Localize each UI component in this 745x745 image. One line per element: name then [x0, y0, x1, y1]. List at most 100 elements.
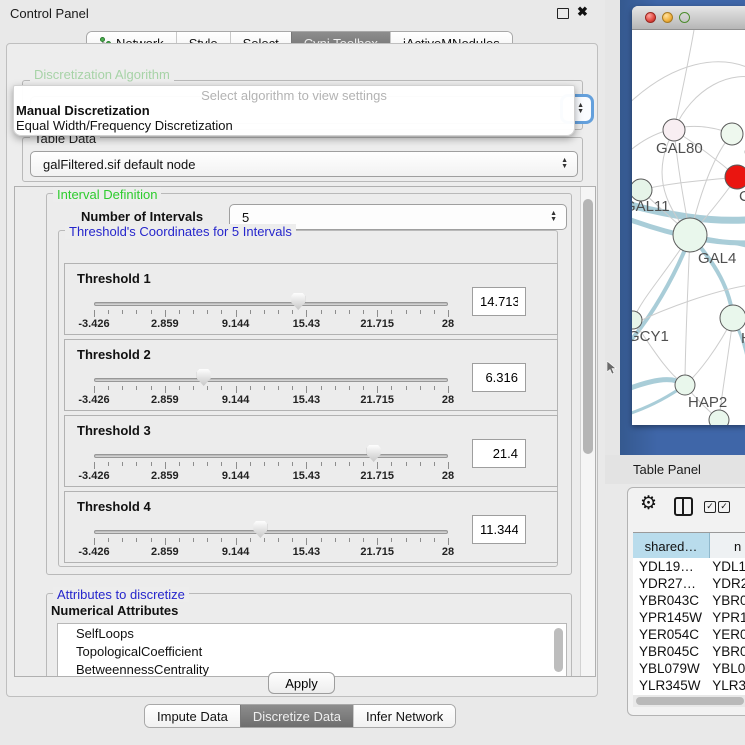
tick-label: 15.43: [278, 394, 334, 406]
numerical-attributes-heading: Numerical Attributes: [51, 603, 178, 618]
network-node-label: GAL80: [656, 140, 703, 157]
tick-mark: [207, 538, 208, 542]
network-node[interactable]: [720, 305, 745, 331]
table-row[interactable]: YBL079WYBL0: [633, 660, 745, 677]
close-traffic-light-icon[interactable]: [645, 12, 656, 23]
table-scrollbar-thumb[interactable]: [636, 697, 744, 705]
threshold-2-slider-track[interactable]: [94, 378, 448, 382]
threshold-4-slider-thumb[interactable]: [253, 521, 267, 538]
network-node[interactable]: [725, 165, 745, 189]
network-node[interactable]: [675, 375, 695, 395]
threshold-1-slider-thumb[interactable]: [291, 293, 305, 310]
split-columns-icon[interactable]: [674, 497, 693, 516]
network-node[interactable]: [673, 218, 707, 252]
threshold-1-slider-track[interactable]: [94, 302, 448, 306]
tick-mark: [193, 386, 194, 390]
numerical-attributes-list[interactable]: SelfLoopsTopologicalCoefficientBetweenne…: [57, 623, 567, 677]
table-horizontal-scrollbar[interactable]: [633, 695, 745, 707]
tick-mark: [363, 462, 364, 466]
tick-mark: [292, 386, 293, 390]
column-header-name[interactable]: n: [710, 533, 745, 559]
threshold-3-slider-thumb[interactable]: [367, 445, 381, 462]
tick-mark: [349, 462, 350, 466]
tick-label: 21.715: [349, 318, 405, 330]
table-row[interactable]: YLR345WYLR3: [633, 677, 745, 694]
network-canvas[interactable]: GAL80GCGAL11GAL4GCY1HHAP2: [632, 30, 745, 425]
table-row[interactable]: YBR043CYBR0: [633, 592, 745, 609]
settings-vertical-scrollbar[interactable]: [580, 187, 595, 676]
table-row[interactable]: YPR145WYPR1: [633, 609, 745, 626]
tick-mark: [136, 462, 137, 466]
tick-label: -3.426: [66, 470, 122, 482]
checkbox-icon[interactable]: ✓: [704, 501, 716, 513]
network-window-titlebar[interactable]: [632, 6, 745, 30]
settings-scroll-pane: Interval Definition Number of Intervals …: [14, 186, 596, 677]
threshold-2-slider-thumb[interactable]: [197, 369, 211, 386]
tab-discretize-data[interactable]: Discretize Data: [240, 705, 353, 727]
threshold-4-slider-track[interactable]: [94, 530, 448, 534]
zoom-traffic-light-icon[interactable]: [679, 12, 690, 23]
float-window-icon[interactable]: [557, 8, 569, 19]
number-of-intervals-label: Number of Intervals: [81, 209, 203, 224]
tick-label: 28: [420, 546, 476, 558]
threshold-4-value-field[interactable]: [472, 515, 526, 544]
table-row[interactable]: YER054CYER0: [633, 626, 745, 643]
table-row[interactable]: YBR045CYBR0: [633, 643, 745, 660]
tick-mark: [207, 310, 208, 314]
tick-mark: [321, 462, 322, 466]
threshold-3-slider-track[interactable]: [94, 454, 448, 458]
threshold-3-label: Threshold 3: [77, 423, 151, 438]
tick-mark: [306, 462, 307, 469]
network-node[interactable]: [663, 119, 685, 141]
tick-mark: [448, 386, 449, 393]
tick-label: 9.144: [208, 318, 264, 330]
tick-mark: [221, 386, 222, 390]
list-item[interactable]: SelfLoops: [58, 624, 566, 642]
tick-mark: [434, 310, 435, 314]
tick-mark: [193, 538, 194, 542]
network-node[interactable]: [721, 123, 743, 145]
stepper-arrows-icon: ▲▼: [550, 211, 557, 223]
minimize-traffic-light-icon[interactable]: [662, 12, 673, 23]
network-node[interactable]: [709, 410, 729, 425]
popup-option-manual-discretization[interactable]: Manual Discretization: [16, 103, 150, 118]
network-window[interactable]: GAL80GCGAL11GAL4GCY1HHAP2: [632, 6, 745, 425]
tick-label: 15.43: [278, 470, 334, 482]
attributes-list-scrollbar[interactable]: [554, 628, 563, 672]
tick-mark: [377, 310, 378, 317]
column-header-shared[interactable]: shared…: [633, 533, 710, 559]
tick-mark: [250, 462, 251, 466]
tab-impute-data[interactable]: Impute Data: [145, 705, 240, 727]
apply-button[interactable]: Apply: [268, 672, 335, 694]
table-row[interactable]: YDR27…YDR2: [633, 575, 745, 592]
tick-mark: [420, 538, 421, 542]
tick-mark: [165, 386, 166, 393]
checkbox-icon[interactable]: ✓: [718, 501, 730, 513]
gear-icon[interactable]: ⚙: [640, 492, 657, 515]
table-data-combo[interactable]: galFiltered.sif default node ▲▼: [30, 151, 578, 177]
table-row[interactable]: YDL19…YDL1: [633, 558, 745, 575]
network-node-label: HAP2: [688, 394, 727, 411]
list-item[interactable]: TopologicalCoefficient: [58, 642, 566, 660]
tick-mark: [349, 310, 350, 314]
popup-option-equal-width-frequency[interactable]: Equal Width/Frequency Discretization: [16, 118, 233, 133]
settings-scrollbar-thumb[interactable]: [583, 199, 593, 454]
tick-mark: [278, 310, 279, 314]
interval-definition-label: Interval Definition: [53, 187, 161, 202]
panel-divider[interactable]: [605, 0, 620, 455]
threshold-3-value-field[interactable]: [472, 439, 526, 468]
tick-mark: [179, 386, 180, 390]
close-icon[interactable]: ✖: [577, 4, 588, 20]
tick-mark: [264, 538, 265, 542]
tick-label: 15.43: [278, 546, 334, 558]
tick-mark: [420, 462, 421, 466]
tick-mark: [406, 386, 407, 390]
threshold-1-value-field[interactable]: [472, 287, 526, 316]
tab-infer-network[interactable]: Infer Network: [353, 705, 455, 727]
tick-mark: [349, 386, 350, 390]
network-node-label: GAL4: [698, 250, 736, 267]
tick-mark: [391, 538, 392, 542]
threshold-2-value-field[interactable]: [472, 363, 526, 392]
tick-mark: [321, 538, 322, 542]
table-header-row: shared… n: [633, 532, 745, 560]
